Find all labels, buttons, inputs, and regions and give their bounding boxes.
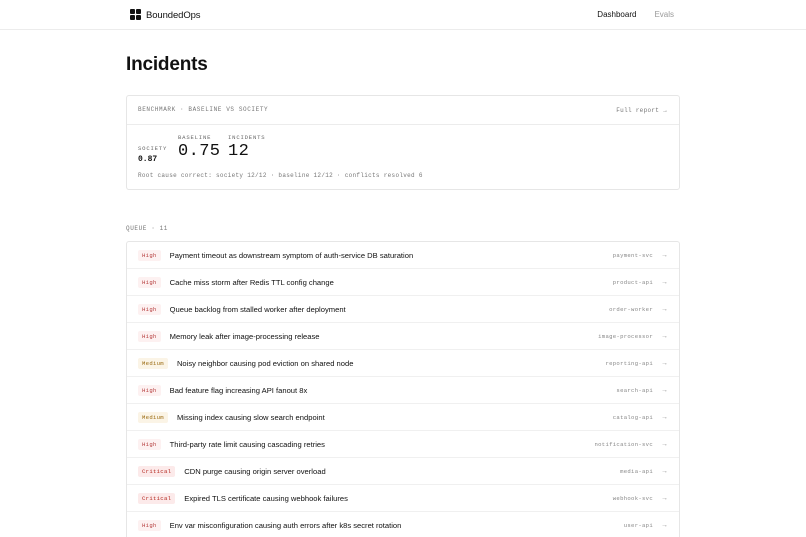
incident-title[interactable]: Bad feature flag increasing API fanout 8… — [170, 386, 308, 395]
incident-title[interactable]: Payment timeout as downstream symptom of… — [170, 251, 414, 260]
arrow-right-icon[interactable]: → — [661, 414, 668, 421]
arrow-right-icon[interactable]: → — [661, 279, 668, 286]
nav-evals-link[interactable]: Evals — [654, 10, 674, 19]
severity-badge: Medium — [138, 357, 168, 369]
top-bar: BoundedOps Dashboard Evals — [0, 0, 806, 30]
society-stat: SOCIETY 0.87 — [138, 145, 167, 164]
arrow-right-icon[interactable]: → — [661, 306, 668, 313]
service-name: user-api — [623, 521, 653, 529]
page-title: Incidents — [126, 54, 208, 75]
full-report-link[interactable]: Full report → — [616, 107, 667, 114]
service-name: image-processor — [598, 332, 653, 340]
incident-title[interactable]: Env var misconfiguration causing auth er… — [170, 521, 402, 530]
incident-row[interactable]: Medium Noisy neighbor causing pod evictio… — [127, 350, 679, 377]
service-name: catalog-api — [612, 413, 653, 421]
arrow-right-icon[interactable]: → — [661, 522, 668, 529]
service-name: reporting-api — [605, 359, 653, 367]
arrow-right-icon[interactable]: → — [661, 252, 668, 259]
arrow-right-icon[interactable]: → — [661, 441, 668, 448]
service-name: media-api — [620, 467, 653, 475]
incident-row[interactable]: High Memory leak after image-processing r… — [127, 323, 679, 350]
baseline-value: 0.75 — [178, 142, 221, 161]
baseline-stat: BASELINE 0.75 — [178, 134, 220, 161]
severity-badge: High — [138, 303, 161, 315]
severity-badge: High — [138, 330, 161, 342]
severity-badge: High — [138, 276, 161, 288]
incident-title[interactable]: Memory leak after image-processing relea… — [170, 332, 320, 341]
incident-row[interactable]: Critical Expired TLS certificate causing … — [127, 485, 679, 512]
severity-badge: High — [138, 438, 161, 450]
severity-badge: High — [138, 519, 161, 531]
incidents-value: 12 — [228, 142, 250, 161]
service-name: search-api — [616, 386, 653, 394]
society-label: SOCIETY — [138, 145, 168, 152]
severity-badge: High — [138, 249, 161, 261]
incident-title[interactable]: Expired TLS certificate causing webhook … — [184, 494, 348, 503]
arrow-right-icon[interactable]: → — [661, 495, 668, 502]
incident-row[interactable]: High Third-party rate limit causing casca… — [127, 431, 679, 458]
incident-title[interactable]: Cache miss storm after Redis TTL config … — [170, 278, 334, 287]
arrow-right-icon[interactable]: → — [661, 360, 668, 367]
incident-title[interactable]: Third-party rate limit causing cascading… — [170, 440, 325, 449]
incidents-stat: INCIDENTS 12 — [228, 134, 265, 161]
severity-badge: Medium — [138, 411, 168, 423]
incident-row[interactable]: High Env var misconfiguration causing aut… — [127, 512, 679, 537]
logo-icon — [130, 9, 142, 21]
service-name: webhook-svc — [612, 494, 653, 502]
queue-label: QUEUE · 11 — [126, 225, 169, 232]
incident-row[interactable]: High Cache miss storm after Redis TTL con… — [127, 269, 679, 296]
incident-title[interactable]: Noisy neighbor causing pod eviction on s… — [177, 359, 353, 368]
service-name: order-worker — [609, 305, 653, 313]
incident-queue: High Payment timeout as downstream sympto… — [126, 241, 680, 537]
arrow-right-icon[interactable]: → — [661, 387, 668, 394]
brand-logo[interactable]: BoundedOps — [130, 9, 201, 21]
benchmark-label: BENCHMARK · BASELINE VS SOCIETY — [138, 106, 269, 113]
main-nav: Dashboard Evals — [597, 10, 674, 19]
severity-badge: Critical — [138, 492, 176, 504]
service-name: product-api — [612, 278, 653, 286]
benchmark-card: BENCHMARK · BASELINE VS SOCIETY Full rep… — [126, 95, 680, 190]
incident-row[interactable]: High Bad feature flag increasing API fano… — [127, 377, 679, 404]
arrow-right-icon[interactable]: → — [661, 333, 668, 340]
incident-title[interactable]: Missing index causing slow search endpoi… — [177, 413, 325, 422]
incident-row[interactable]: High Queue backlog from stalled worker af… — [127, 296, 679, 323]
service-name: notification-svc — [594, 440, 653, 448]
brand-name: BoundedOps — [146, 9, 201, 21]
incident-row[interactable]: High Payment timeout as downstream sympto… — [127, 242, 679, 269]
service-name: payment-svc — [612, 251, 653, 259]
arrow-right-icon[interactable]: → — [661, 468, 668, 475]
benchmark-summary: Root cause correct: society 12/12 · base… — [138, 172, 423, 179]
benchmark-header: BENCHMARK · BASELINE VS SOCIETY Full rep… — [127, 96, 679, 125]
incident-title[interactable]: Queue backlog from stalled worker after … — [170, 305, 346, 314]
nav-dashboard-link[interactable]: Dashboard — [597, 10, 636, 19]
society-value: 0.87 — [138, 155, 158, 164]
incident-row[interactable]: Medium Missing index causing slow search … — [127, 404, 679, 431]
severity-badge: High — [138, 384, 161, 396]
incidents-label: INCIDENTS — [228, 134, 266, 141]
baseline-label: BASELINE — [178, 134, 212, 141]
severity-badge: Critical — [138, 465, 176, 477]
incident-title[interactable]: CDN purge causing origin server overload — [184, 467, 325, 476]
incident-row[interactable]: Critical CDN purge causing origin server … — [127, 458, 679, 485]
